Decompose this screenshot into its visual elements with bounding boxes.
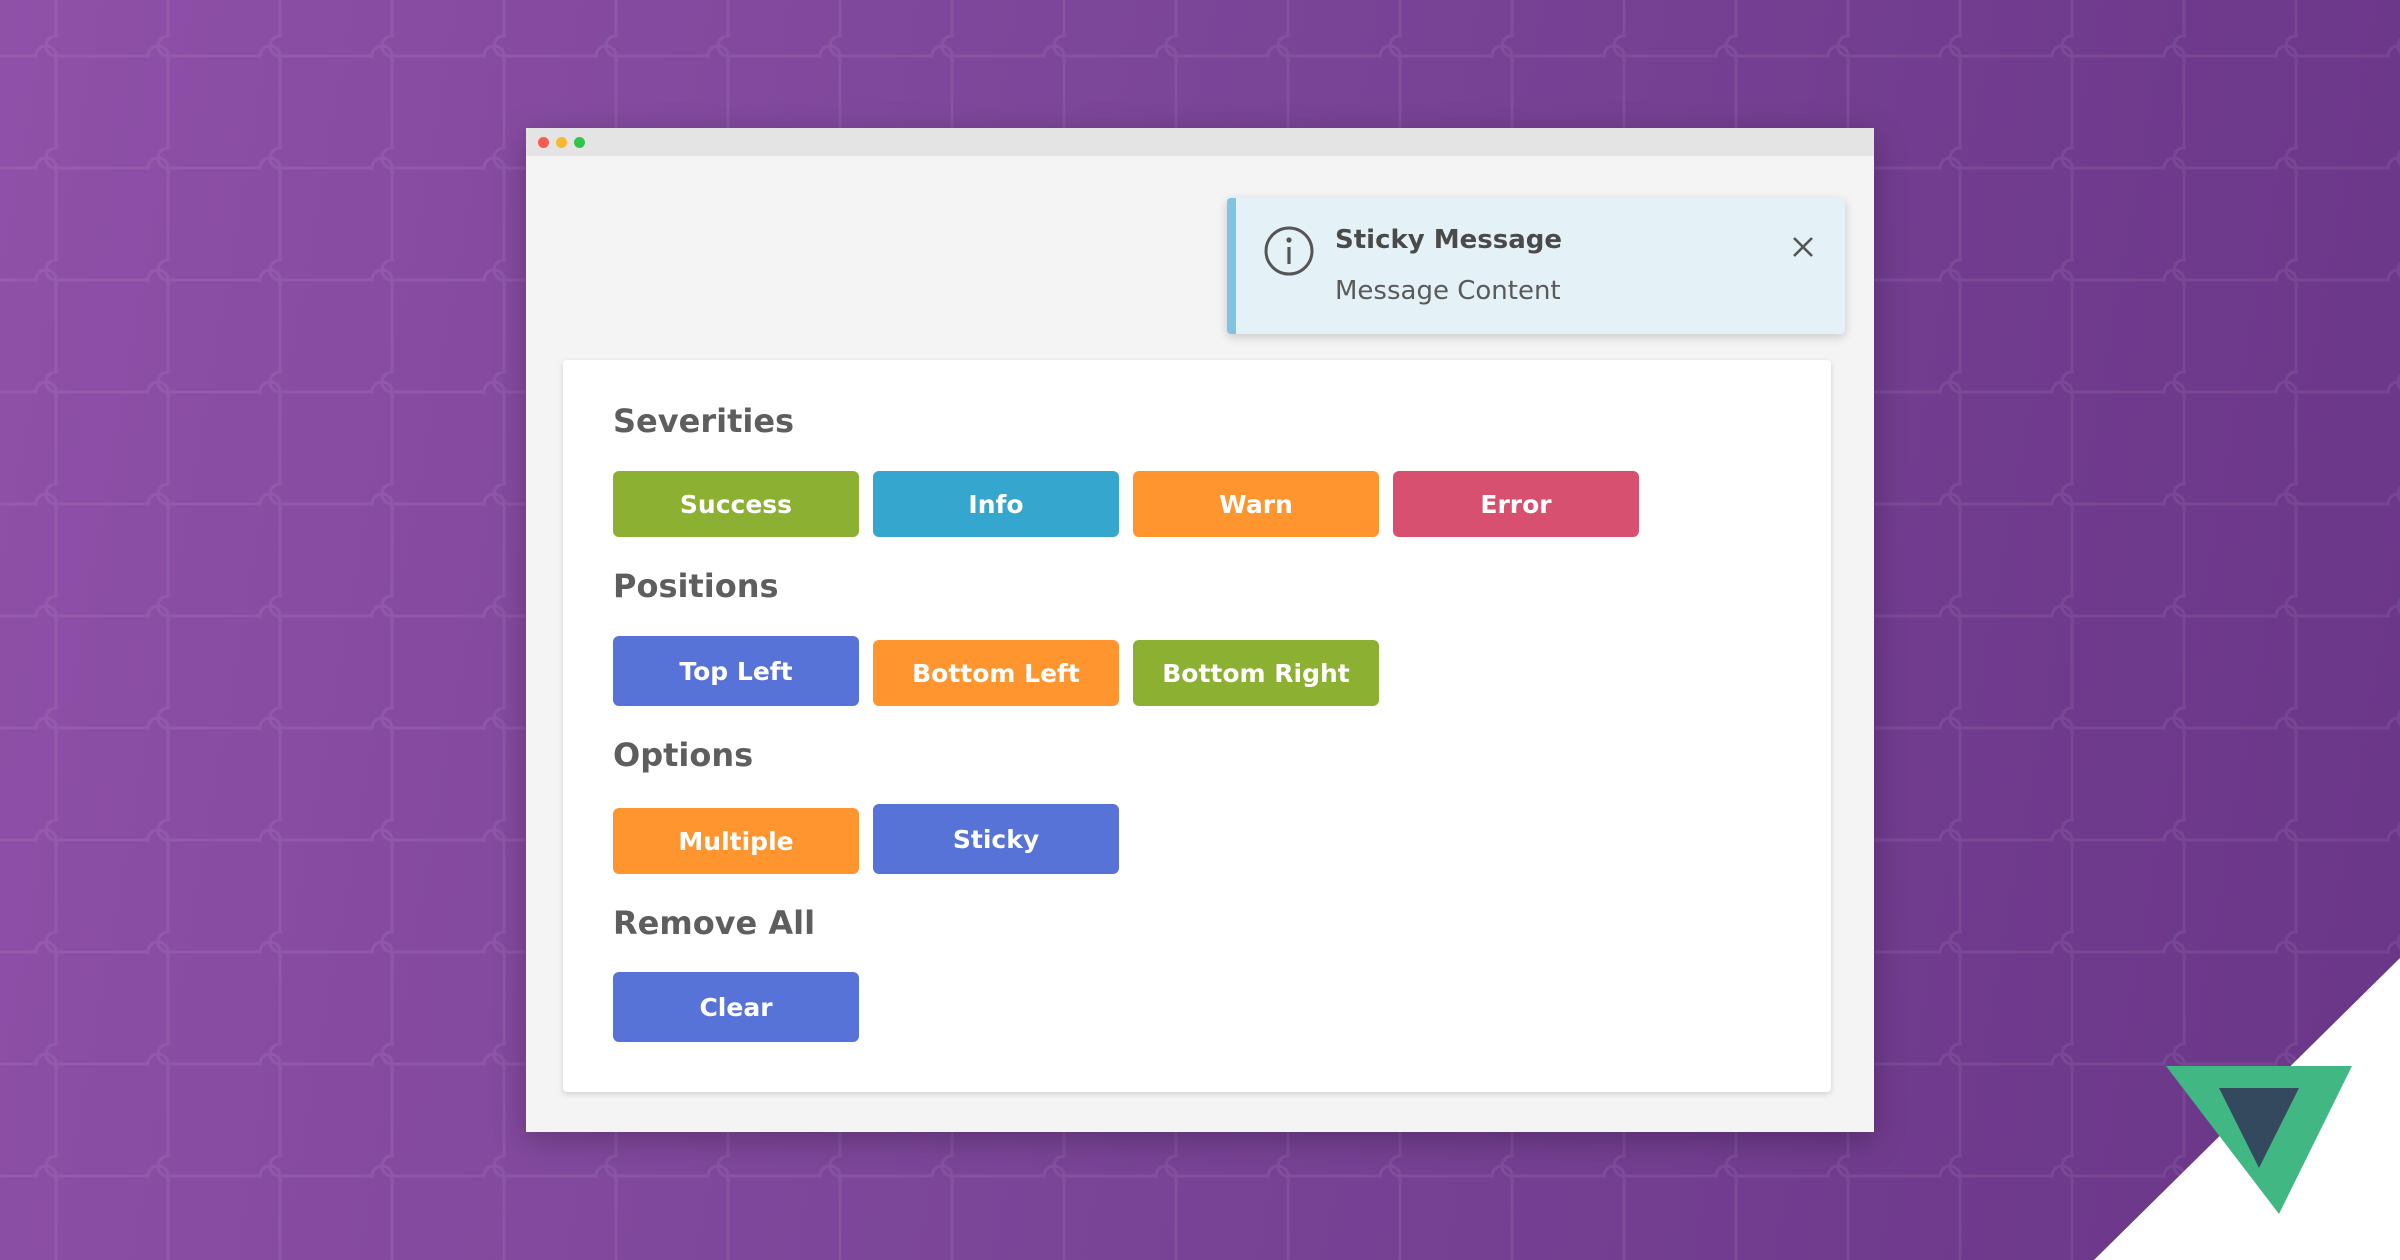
clear-button[interactable]: Clear bbox=[613, 972, 859, 1042]
window-minimize-dot[interactable] bbox=[556, 137, 567, 148]
toast-title: Sticky Message bbox=[1335, 225, 1563, 255]
section-title-positions: Positions bbox=[613, 567, 779, 605]
error-button[interactable]: Error bbox=[1393, 471, 1639, 537]
sticky-toast: Sticky Message Message Content bbox=[1227, 198, 1845, 334]
bottom-left-button[interactable]: Bottom Left bbox=[873, 640, 1119, 706]
window-maximize-dot[interactable] bbox=[574, 137, 585, 148]
info-button[interactable]: Info bbox=[873, 471, 1119, 537]
bottom-right-button[interactable]: Bottom Right bbox=[1133, 640, 1379, 706]
sticky-button[interactable]: Sticky bbox=[873, 804, 1119, 874]
browser-window: Sticky Message Message Content Severitie… bbox=[526, 128, 1874, 1132]
toast-content: Message Content bbox=[1335, 276, 1561, 306]
info-circle-icon bbox=[1264, 226, 1314, 276]
multiple-button[interactable]: Multiple bbox=[613, 808, 859, 874]
window-titlebar bbox=[526, 128, 1874, 156]
section-title-severities: Severities bbox=[613, 402, 795, 440]
top-left-button[interactable]: Top Left bbox=[613, 636, 859, 706]
close-icon[interactable] bbox=[1788, 232, 1818, 262]
window-close-dot[interactable] bbox=[538, 137, 549, 148]
warn-button[interactable]: Warn bbox=[1133, 471, 1379, 537]
section-title-remove-all: Remove All bbox=[613, 904, 816, 942]
success-button[interactable]: Success bbox=[613, 471, 859, 537]
section-title-options: Options bbox=[613, 736, 754, 774]
demo-card: Severities Success Info Warn Error Posit… bbox=[563, 360, 1831, 1092]
